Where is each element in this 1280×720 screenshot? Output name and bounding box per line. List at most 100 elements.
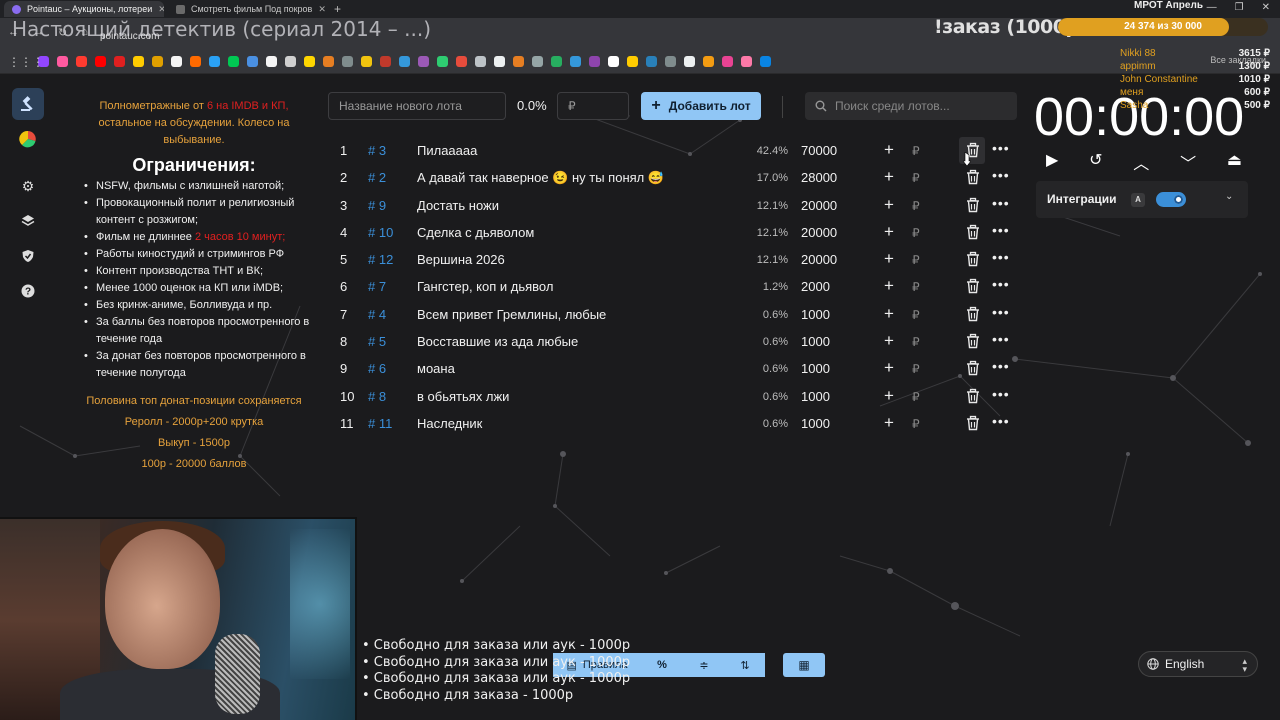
bookmark-favicon-icon[interactable] — [608, 56, 619, 67]
lot-currency-input[interactable]: ₽ — [912, 253, 920, 267]
lot-currency-input[interactable]: ₽ — [912, 308, 920, 322]
bookmark-favicon-icon[interactable] — [760, 56, 771, 67]
lot-id-link[interactable]: # 8 — [368, 389, 386, 404]
more-options-icon[interactable]: ••• — [992, 222, 1010, 238]
lot-name[interactable]: Сделка с дьяволом — [417, 225, 534, 240]
lot-id-link[interactable]: # 2 — [368, 170, 386, 185]
lot-id-link[interactable]: # 6 — [368, 361, 386, 376]
trash-icon[interactable] — [965, 251, 981, 267]
bookmark-favicon-icon[interactable] — [494, 56, 505, 67]
lot-currency-input[interactable]: ₽ — [912, 199, 920, 213]
bookmark-favicon-icon[interactable] — [228, 56, 239, 67]
bookmark-favicon-icon[interactable] — [247, 56, 258, 67]
lot-amount[interactable]: 70000 — [801, 143, 837, 158]
percent-button[interactable]: % — [641, 653, 683, 677]
integrations-panel[interactable]: Интеграции A ⌄ — [1036, 181, 1248, 218]
bookmark-favicon-icon[interactable] — [57, 56, 68, 67]
lot-currency-input[interactable]: ₽ — [912, 171, 920, 185]
more-options-icon[interactable]: ••• — [992, 167, 1010, 183]
add-amount-icon[interactable]: + — [884, 386, 894, 406]
more-options-icon[interactable]: ••• — [992, 140, 1010, 156]
chevron-down-icon[interactable]: ﹀ — [1180, 150, 1196, 174]
play-icon[interactable]: ▶ — [1046, 150, 1058, 174]
lot-amount[interactable]: 1000 — [801, 334, 830, 349]
more-options-icon[interactable]: ••• — [992, 195, 1010, 211]
lot-id-link[interactable]: # 11 — [368, 416, 392, 431]
sidebar-item-settings[interactable]: ⚙ — [12, 170, 44, 202]
add-amount-icon[interactable]: + — [884, 195, 894, 215]
bookmark-favicon-icon[interactable] — [342, 56, 353, 67]
lot-id-link[interactable]: # 4 — [368, 307, 386, 322]
more-options-icon[interactable]: ••• — [992, 304, 1010, 320]
close-window-icon[interactable]: ✕ — [1262, 2, 1270, 13]
compress-button[interactable]: ≑ — [683, 653, 725, 677]
lot-id-link[interactable]: # 7 — [368, 279, 386, 294]
lot-name[interactable]: моана — [417, 361, 455, 376]
close-tab-icon[interactable]: ✕ — [158, 4, 164, 15]
lot-amount[interactable]: 20000 — [801, 225, 837, 240]
bookmark-favicon-icon[interactable] — [266, 56, 277, 67]
chevron-down-icon[interactable]: ⌄ — [1225, 191, 1233, 202]
bookmark-favicon-icon[interactable] — [589, 56, 600, 67]
bookmark-favicon-icon[interactable] — [741, 56, 752, 67]
bookmark-favicon-icon[interactable] — [114, 56, 125, 67]
lot-name[interactable]: Пилааааа — [417, 143, 477, 158]
trash-icon[interactable] — [965, 169, 981, 185]
eject-icon[interactable]: ⏏ — [1227, 150, 1242, 174]
bookmark-favicon-icon[interactable] — [76, 56, 87, 67]
bookmark-favicon-icon[interactable] — [95, 56, 106, 67]
trash-icon[interactable] — [965, 360, 981, 376]
lot-search-input[interactable]: Поиск среди лотов... — [805, 92, 1017, 120]
bookmark-favicon-icon[interactable] — [171, 56, 182, 67]
bookmark-favicon-icon[interactable] — [646, 56, 657, 67]
trash-icon[interactable] — [965, 388, 981, 404]
more-options-icon[interactable]: ••• — [992, 386, 1010, 402]
bookmark-favicon-icon[interactable] — [285, 56, 296, 67]
lot-amount[interactable]: 1000 — [801, 416, 830, 431]
lot-currency-input[interactable]: ₽ — [912, 280, 920, 294]
reset-icon[interactable]: ↺ — [1089, 150, 1102, 174]
lot-name[interactable]: Достать ножи — [417, 198, 499, 213]
apps-grid-icon[interactable]: ⋮⋮⋮ — [8, 55, 44, 69]
add-amount-icon[interactable]: + — [884, 167, 894, 187]
lot-id-link[interactable]: # 5 — [368, 334, 386, 349]
sidebar-item-wheel[interactable] — [12, 123, 44, 155]
bookmark-favicon-icon[interactable] — [513, 56, 524, 67]
bookmark-favicon-icon[interactable] — [437, 56, 448, 67]
bookmark-favicon-icon[interactable] — [532, 56, 543, 67]
browser-tab[interactable]: Смотреть фильм Под покров ✕ — [168, 1, 328, 17]
add-amount-icon[interactable]: + — [884, 276, 894, 296]
bookmark-favicon-icon[interactable] — [570, 56, 581, 67]
integrations-toggle[interactable] — [1156, 192, 1186, 207]
lot-amount[interactable]: 1000 — [801, 361, 830, 376]
bookmark-favicon-icon[interactable] — [703, 56, 714, 67]
sidebar-item-security[interactable] — [12, 240, 44, 272]
bookmark-favicon-icon[interactable] — [722, 56, 733, 67]
trash-icon[interactable] — [965, 415, 981, 431]
trash-icon[interactable] — [965, 333, 981, 349]
lot-name[interactable]: Всем привет Гремлины, любые — [417, 307, 606, 322]
lot-amount[interactable]: 2000 — [801, 279, 830, 294]
bookmark-favicon-icon[interactable] — [665, 56, 676, 67]
bookmark-favicon-icon[interactable] — [133, 56, 144, 67]
bookmark-favicon-icon[interactable] — [399, 56, 410, 67]
lot-id-link[interactable]: # 12 — [368, 252, 393, 267]
new-tab-icon[interactable]: + — [334, 2, 341, 16]
bookmark-favicon-icon[interactable] — [418, 56, 429, 67]
bookmark-favicon-icon[interactable] — [190, 56, 201, 67]
add-amount-icon[interactable]: + — [884, 222, 894, 242]
trash-icon[interactable] — [965, 306, 981, 322]
bookmark-favicon-icon[interactable] — [380, 56, 391, 67]
add-amount-icon[interactable]: + — [884, 249, 894, 269]
browser-tab[interactable]: Pointauc – Аукционы, лотереи ✕ — [4, 1, 164, 17]
trash-icon[interactable] — [965, 278, 981, 294]
add-amount-icon[interactable]: + — [884, 413, 894, 433]
bookmark-favicon-icon[interactable] — [323, 56, 334, 67]
lot-name[interactable]: Наследник — [417, 416, 482, 431]
lot-currency-input[interactable]: ₽ — [912, 390, 920, 404]
close-tab-icon[interactable]: ✕ — [318, 4, 326, 15]
lot-currency-input[interactable]: ₽ — [912, 144, 920, 158]
bookmark-favicon-icon[interactable] — [627, 56, 638, 67]
more-options-icon[interactable]: ••• — [992, 358, 1010, 374]
lot-name[interactable]: Гангстер, коп и дьявол — [417, 279, 553, 294]
